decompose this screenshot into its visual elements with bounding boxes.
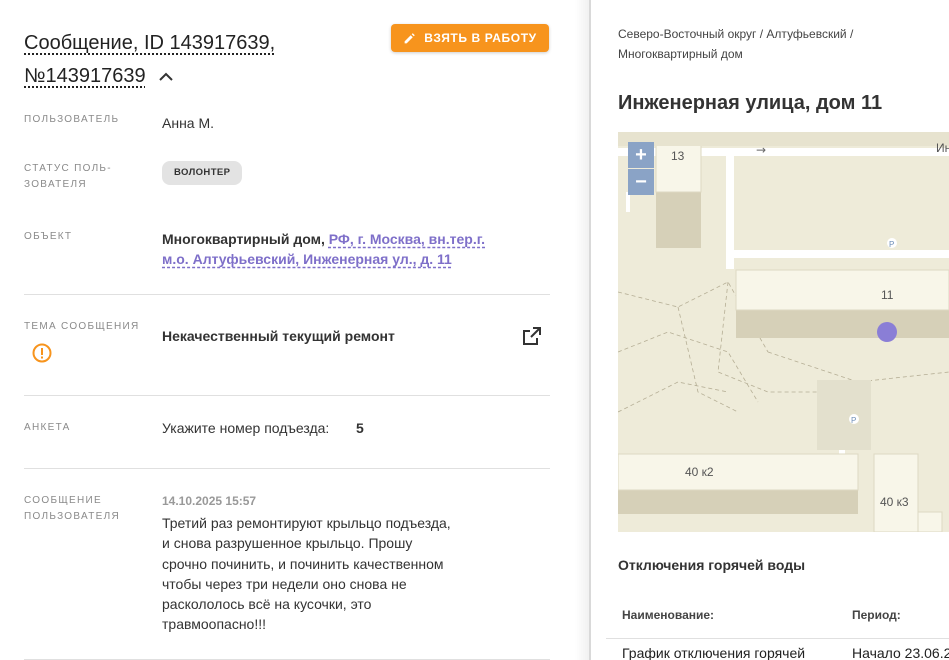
building-small	[917, 511, 943, 532]
table-cell-name: График отключения горячей	[622, 645, 806, 660]
panel-divider-shadow	[575, 0, 590, 660]
form-question: Укажите номер подъезда:	[162, 420, 330, 436]
outages-title: Отключения горячей воды	[618, 557, 806, 573]
user-message-date: 14.10.2025 15:57	[162, 494, 257, 508]
topic-label: ТЕМА СООБЩЕНИЯ	[24, 321, 140, 332]
map-street-label: Ин	[936, 141, 949, 155]
road	[726, 250, 949, 258]
open-external-icon[interactable]	[522, 326, 542, 346]
object-type: Многоквартирный дом,	[162, 231, 325, 247]
divider	[24, 395, 550, 396]
building-40k2	[618, 453, 859, 491]
topic-value: Некачественный текущий ремонт	[162, 328, 395, 344]
form-label: АНКЕТА	[24, 422, 71, 433]
table-cell-period: Начало 23.06.2	[852, 645, 949, 660]
map-label-13: 13	[671, 149, 685, 163]
location-marker[interactable]	[877, 322, 897, 342]
pencil-icon	[404, 32, 416, 43]
map[interactable]: 13 11 40 к2 40 к3 Ин → P P + −	[618, 132, 949, 532]
object-panel: Северо-Восточный округ / Алтуфьевский / …	[591, 0, 949, 660]
user-status-label: СТАТУС ПОЛЬ-ЗОВАТЕЛЯ	[24, 163, 112, 190]
page-title[interactable]: Сообщение, ID 143917639, №143917639	[24, 27, 354, 93]
table-divider	[606, 638, 949, 639]
take-to-work-label: ВЗЯТЬ В РАБОТУ	[424, 31, 537, 45]
divider	[24, 468, 550, 469]
take-to-work-button[interactable]: ВЗЯТЬ В РАБОТУ	[391, 24, 549, 52]
building-11	[735, 269, 949, 311]
message-title[interactable]: Сообщение, ID 143917639, №143917639	[24, 32, 275, 87]
user-message-text: Третий раз ремонтируют крыльцо подъезда,…	[162, 515, 451, 633]
form-answer: 5	[356, 420, 364, 436]
building-shadow	[736, 308, 949, 338]
user-label: ПОЛЬЗОВАТЕЛЬ	[24, 114, 120, 125]
table-header-name: Наименование:	[622, 608, 715, 622]
zoom-in-button[interactable]: +	[628, 142, 654, 168]
user-message-label: СООБЩЕНИЕ ПОЛЬЗОВАТЕЛЯ	[24, 495, 120, 522]
road	[626, 192, 630, 212]
chevron-up-icon[interactable]	[159, 72, 173, 82]
map-canvas: 13 11 40 к2 40 к3 Ин → P P	[618, 132, 949, 532]
user-value: Анна М.	[162, 115, 215, 131]
object-label: ОБЪЕКТ	[24, 231, 73, 242]
map-label-40k2: 40 к2	[685, 465, 714, 479]
map-arrow: →	[756, 143, 766, 157]
message-panel: Сообщение, ID 143917639, №143917639 ВЗЯТ…	[0, 0, 575, 660]
parking-icon: P	[889, 240, 894, 249]
zoom-out-button[interactable]: −	[628, 169, 654, 195]
warning-icon	[32, 343, 52, 363]
map-label-11: 11	[881, 288, 894, 302]
breadcrumb[interactable]: Северо-Восточный округ / Алтуфьевский / …	[618, 24, 948, 64]
building-shadow	[618, 488, 858, 514]
map-top-strip	[618, 132, 949, 146]
divider	[24, 294, 550, 295]
parking-icon: P	[851, 416, 856, 425]
status-badge: ВОЛОНТЕР	[162, 161, 243, 185]
object-value: Многоквартирный дом, РФ, г. Москва, вн.т…	[162, 229, 512, 269]
map-label-40k3: 40 к3	[880, 495, 909, 509]
table-header-period: Период:	[852, 608, 901, 622]
address-title: Инженерная улица, дом 11	[618, 92, 883, 114]
parking-area	[817, 380, 871, 450]
building-shadow	[656, 192, 701, 248]
building-40k3	[873, 453, 919, 532]
